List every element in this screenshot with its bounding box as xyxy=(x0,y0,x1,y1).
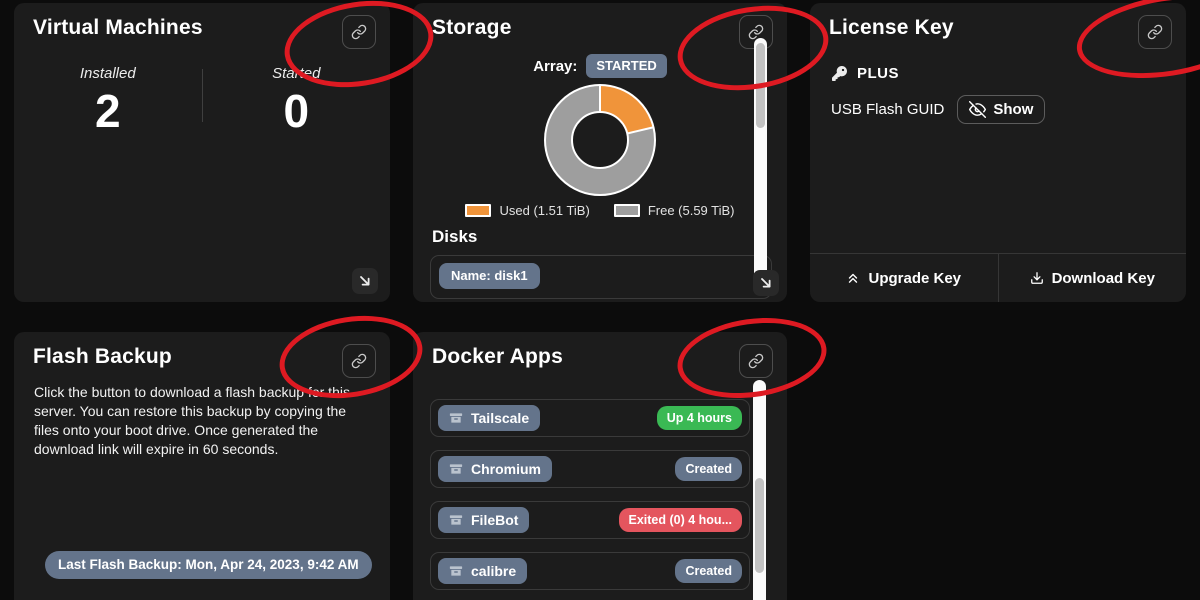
docker-app-row[interactable]: Chromium Created xyxy=(430,450,750,488)
show-guid-button[interactable]: Show xyxy=(957,95,1045,124)
docker-app-name: calibre xyxy=(471,563,516,579)
download-key-label: Download Key xyxy=(1052,270,1155,287)
license-type-label: PLUS xyxy=(857,65,899,82)
angles-up-icon xyxy=(846,271,860,285)
container-box-icon xyxy=(449,411,463,425)
donut-legend: Used (1.51 TiB) Free (5.59 TiB) xyxy=(413,203,787,218)
link-icon xyxy=(748,353,764,369)
last-flash-backup-badge: Last Flash Backup: Mon, Apr 24, 2023, 9:… xyxy=(45,551,372,579)
docker-card-header: Docker Apps xyxy=(413,332,787,378)
legend-item-free: Free (5.59 TiB) xyxy=(614,203,735,218)
vm-started-label: Started xyxy=(203,65,391,82)
array-status-badge: STARTED xyxy=(586,54,666,78)
card-flash-backup: Flash Backup Click the button to downloa… xyxy=(14,332,390,600)
container-box-icon xyxy=(449,564,463,578)
docker-app-row[interactable]: FileBot Exited (0) 4 hou... xyxy=(430,501,750,539)
upgrade-key-cell: Upgrade Key xyxy=(810,254,998,302)
upgrade-key-button[interactable]: Upgrade Key xyxy=(846,270,961,287)
vm-card-header: Virtual Machines xyxy=(14,3,390,49)
resize-arrow-icon xyxy=(358,274,372,288)
card-virtual-machines: Virtual Machines Installed 2 Started 0 xyxy=(14,3,390,302)
card-license-key: License Key PLUS USB Flash GUID Show xyxy=(810,3,1186,302)
card-docker-apps: Docker Apps Tailscale Up 4 hours xyxy=(413,332,787,600)
resize-arrow-icon xyxy=(759,276,773,290)
license-type-row: PLUS xyxy=(832,65,1186,82)
storage-card-title: Storage xyxy=(432,15,512,41)
docker-app-pill[interactable]: FileBot xyxy=(438,507,529,533)
free-label: Free (5.59 TiB) xyxy=(648,203,735,218)
storage-scrollbar-thumb[interactable] xyxy=(756,43,765,128)
legend-item-used: Used (1.51 TiB) xyxy=(465,203,589,218)
storage-resize-handle[interactable] xyxy=(753,270,779,296)
vm-resize-handle[interactable] xyxy=(352,268,378,294)
used-swatch xyxy=(465,204,491,217)
docker-app-name: Tailscale xyxy=(471,410,529,426)
link-icon xyxy=(351,24,367,40)
container-box-icon xyxy=(449,462,463,476)
docker-app-name: FileBot xyxy=(471,512,518,528)
vm-started-value: 0 xyxy=(203,86,391,136)
vm-started-stat: Started 0 xyxy=(203,65,391,136)
eye-slash-icon xyxy=(969,101,986,118)
download-key-button[interactable]: Download Key xyxy=(1030,270,1155,287)
docker-app-pill[interactable]: calibre xyxy=(438,558,527,584)
license-card-header: License Key xyxy=(810,3,1186,49)
docker-app-pill[interactable]: Chromium xyxy=(438,456,552,482)
docker-card-title: Docker Apps xyxy=(432,344,563,370)
unraid-dashboard: Virtual Machines Installed 2 Started 0 xyxy=(0,0,1200,600)
used-label: Used (1.51 TiB) xyxy=(499,203,589,218)
vm-card-title: Virtual Machines xyxy=(33,15,203,41)
docker-app-row[interactable]: calibre Created xyxy=(430,552,750,590)
link-icon xyxy=(1147,24,1163,40)
vm-link-button[interactable] xyxy=(342,15,376,49)
free-swatch xyxy=(614,204,640,217)
license-card-title: License Key xyxy=(829,15,954,41)
vm-installed-stat: Installed 2 xyxy=(14,65,202,136)
vm-stats: Installed 2 Started 0 xyxy=(14,65,390,136)
download-key-cell: Download Key xyxy=(998,254,1187,302)
docker-app-row[interactable]: Tailscale Up 4 hours xyxy=(430,399,750,437)
guid-label: USB Flash GUID xyxy=(831,101,944,118)
storage-card-header: Storage xyxy=(413,3,787,49)
docker-app-pill[interactable]: Tailscale xyxy=(438,405,540,431)
vm-installed-label: Installed xyxy=(14,65,202,82)
flash-card-title: Flash Backup xyxy=(33,344,172,370)
docker-status-badge: Up 4 hours xyxy=(657,406,742,430)
flash-backup-description: Click the button to download a flash bac… xyxy=(34,383,358,459)
upgrade-key-label: Upgrade Key xyxy=(868,270,961,287)
docker-link-button[interactable] xyxy=(739,344,773,378)
docker-status-badge: Exited (0) 4 hou... xyxy=(619,508,743,532)
docker-status-badge: Created xyxy=(675,559,742,583)
array-label: Array: xyxy=(533,58,577,75)
array-status-row: Array: STARTED xyxy=(413,54,787,78)
guid-row: USB Flash GUID Show xyxy=(831,95,1186,124)
flash-link-button[interactable] xyxy=(342,344,376,378)
vm-installed-value: 2 xyxy=(14,86,202,136)
disk-row[interactable]: Name: disk1 xyxy=(430,255,772,299)
key-icon xyxy=(832,66,847,81)
docker-app-name: Chromium xyxy=(471,461,541,477)
docker-apps-list: Tailscale Up 4 hours Chromium Created xyxy=(430,399,750,600)
disks-heading: Disks xyxy=(432,227,787,247)
download-icon xyxy=(1030,271,1044,285)
docker-scrollbar[interactable] xyxy=(753,380,766,600)
disk-name-badge: Name: disk1 xyxy=(439,263,540,289)
license-link-button[interactable] xyxy=(1138,15,1172,49)
container-box-icon xyxy=(449,513,463,527)
docker-scrollbar-thumb[interactable] xyxy=(755,478,764,573)
docker-status-badge: Created xyxy=(675,457,742,481)
storage-donut-chart xyxy=(544,84,656,196)
card-storage: Storage Array: STARTED xyxy=(413,3,787,302)
show-button-label: Show xyxy=(993,101,1033,118)
storage-scrollbar[interactable] xyxy=(754,38,767,290)
flash-card-header: Flash Backup xyxy=(14,332,390,378)
link-icon xyxy=(351,353,367,369)
license-footer: Upgrade Key Download Key xyxy=(810,253,1186,302)
